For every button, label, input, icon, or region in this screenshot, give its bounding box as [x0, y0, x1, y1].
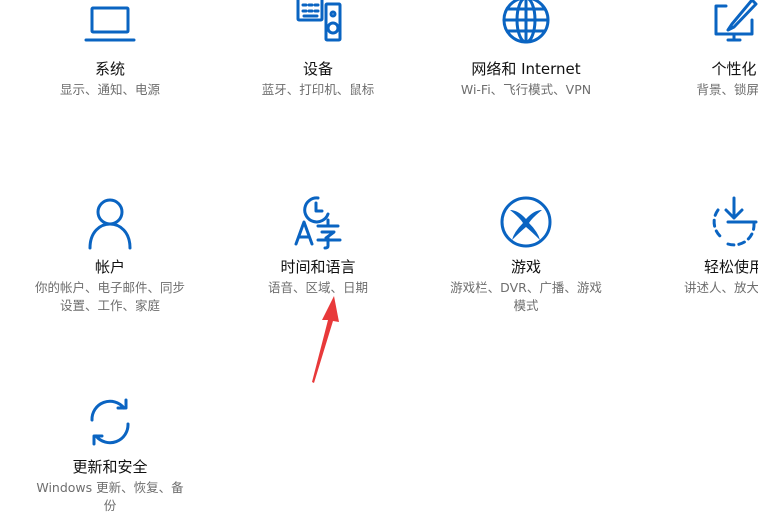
tile-network[interactable]: 网络和 Internet Wi-Fi、飞行模式、VPN: [426, 0, 626, 99]
paint-monitor-icon: [634, 0, 758, 54]
tile-title: 时间和语言: [280, 258, 356, 276]
tile-description: 游戏栏、DVR、广播、游戏 模式: [450, 280, 602, 313]
tile-ease-of-access[interactable]: 轻松使用 讲述人、放大镜、: [634, 192, 758, 297]
tile-devices[interactable]: 设备 蓝牙、打印机、鼠标: [218, 0, 418, 99]
tile-title: 游戏: [510, 258, 541, 276]
tile-description: 讲述人、放大镜、: [683, 280, 758, 295]
ease-of-access-icon: [634, 192, 758, 252]
tile-title: 系统: [94, 60, 125, 78]
tile-description: 你的帐户、电子邮件、同步 设置、工作、家庭: [34, 280, 185, 313]
tile-description: Wi-Fi、飞行模式、VPN: [460, 82, 592, 97]
tile-title: 个性化: [711, 60, 757, 78]
tile-title: 网络和 Internet: [471, 60, 581, 78]
tile-title: 设备: [302, 60, 333, 78]
tile-time-language[interactable]: 时间和语言 语音、区域、日期: [218, 192, 418, 297]
tile-gaming[interactable]: 游戏 游戏栏、DVR、广播、游戏 模式: [426, 192, 626, 315]
tile-accounts[interactable]: 帐户 你的帐户、电子邮件、同步 设置、工作、家庭: [10, 192, 210, 315]
tile-system[interactable]: 系统 显示、通知、电源: [10, 0, 210, 99]
sync-icon: [10, 392, 210, 452]
tile-description: 蓝牙、打印机、鼠标: [261, 82, 375, 97]
tile-description: Windows 更新、恢复、备 份: [36, 480, 184, 513]
tile-description: 背景、锁屏、: [696, 82, 758, 97]
annotation-arrow: [312, 296, 339, 383]
laptop-icon: [10, 0, 210, 54]
tile-personalization[interactable]: 个性化 背景、锁屏、: [634, 0, 758, 99]
tile-description: 显示、通知、电源: [59, 82, 160, 97]
tile-title: 轻松使用: [703, 258, 758, 276]
time-language-icon: [218, 192, 418, 252]
tile-title: 更新和安全: [72, 458, 148, 476]
globe-icon: [426, 0, 626, 54]
keyboard-speaker-icon: [218, 0, 418, 54]
tile-title: 帐户: [94, 258, 125, 276]
person-icon: [10, 192, 210, 252]
tile-update-security[interactable]: 更新和安全 Windows 更新、恢复、备 份: [10, 392, 210, 515]
xbox-icon: [426, 192, 626, 252]
